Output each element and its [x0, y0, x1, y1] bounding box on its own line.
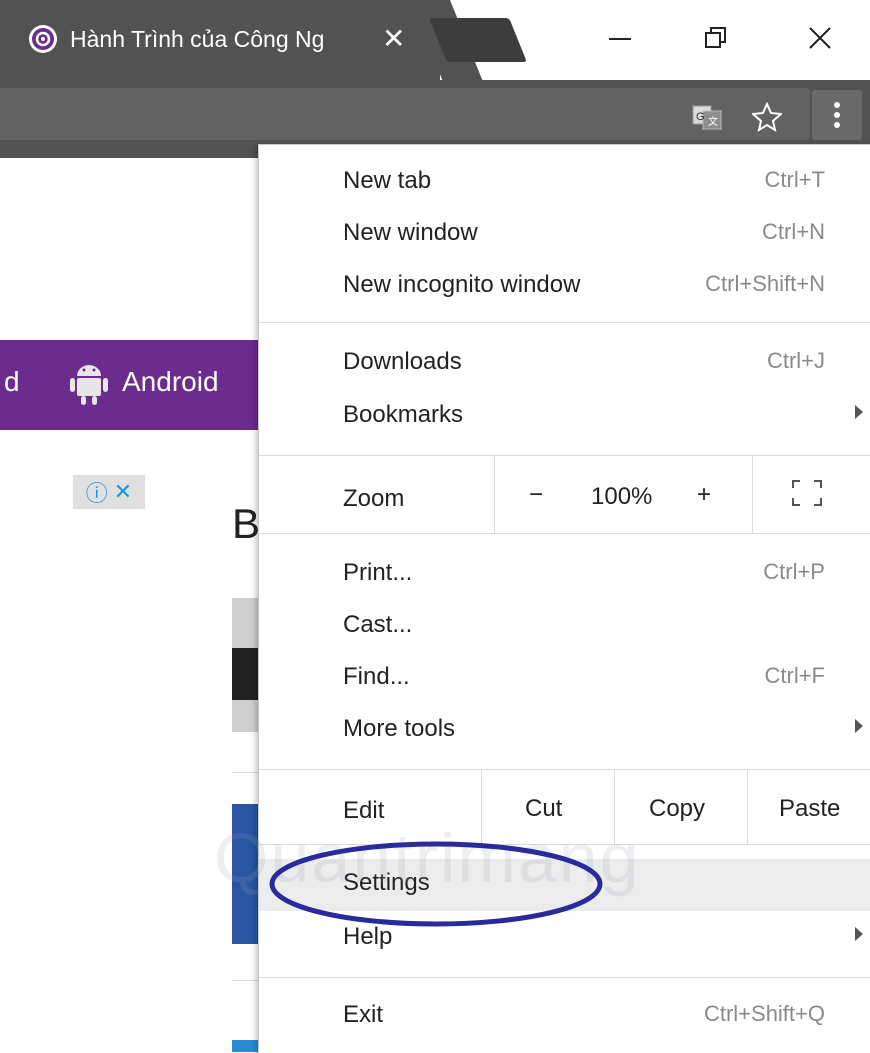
site-favicon-icon: [29, 25, 57, 53]
minimize-button[interactable]: [600, 18, 640, 58]
menu-separator: [259, 455, 870, 456]
menu-separator: [259, 844, 870, 845]
menu-item-exit[interactable]: Exit Ctrl+Shift+Q: [259, 991, 870, 1043]
nav-item-android[interactable]: Android: [122, 366, 219, 398]
close-icon: [809, 27, 831, 49]
menu-item-help[interactable]: Help: [259, 913, 870, 965]
menu-separator: [494, 456, 495, 533]
cut-button[interactable]: Cut: [525, 795, 562, 823]
submenu-arrow-icon: [855, 405, 863, 419]
menu-separator: [259, 977, 870, 978]
menu-item-new-tab[interactable]: New tab Ctrl+T: [259, 157, 870, 209]
menu-item-label: Print...: [343, 559, 413, 586]
menu-item-label: Cast...: [343, 611, 413, 638]
menu-item-label: Exit: [343, 1001, 384, 1028]
menu-item-downloads[interactable]: Downloads Ctrl+J: [259, 338, 870, 390]
menu-item-new-window[interactable]: New window Ctrl+N: [259, 209, 870, 261]
submenu-arrow-icon: [855, 927, 863, 941]
restore-button[interactable]: [696, 18, 736, 58]
menu-separator: [259, 322, 870, 323]
menu-item-find[interactable]: Find... Ctrl+F: [259, 653, 870, 705]
paste-button[interactable]: Paste: [779, 795, 840, 823]
menu-separator: [259, 769, 870, 770]
tab-close-icon[interactable]: ✕: [382, 22, 405, 55]
zoom-level: 100%: [591, 483, 653, 510]
menu-item-shortcut: Ctrl+Shift+N: [705, 271, 825, 296]
edit-label: Edit: [343, 797, 385, 824]
menu-item-cast[interactable]: Cast...: [259, 601, 870, 653]
article-thumbnail-shade: [232, 648, 260, 700]
divider: [232, 772, 260, 773]
menu-item-label: More tools: [343, 715, 456, 742]
menu-item-label: Help: [343, 923, 393, 950]
address-bar[interactable]: [0, 88, 810, 140]
menu-item-new-incognito-window[interactable]: New incognito window Ctrl+Shift+N: [259, 261, 870, 313]
menu-item-settings[interactable]: Settings: [259, 859, 870, 911]
zoom-in-button[interactable]: +: [697, 481, 711, 509]
article-thumbnail[interactable]: [232, 804, 260, 944]
nav-item-partial[interactable]: d: [4, 366, 20, 398]
menu-item-shortcut: Ctrl+J: [766, 348, 825, 373]
copy-button[interactable]: Copy: [649, 795, 705, 823]
menu-item-shortcut: Ctrl+Shift+Q: [703, 1001, 825, 1026]
submenu-arrow-icon: [855, 719, 863, 733]
menu-separator: [259, 533, 870, 534]
chrome-main-menu: New tab Ctrl+T New window Ctrl+N New inc…: [258, 144, 870, 1053]
menu-item-label: Settings: [343, 869, 430, 896]
menu-item-label: Bookmarks: [343, 401, 464, 428]
page-heading-partial: B: [232, 500, 261, 547]
tab-title: Hành Trình của Công Ng: [70, 26, 325, 52]
more-vert-icon[interactable]: [812, 90, 862, 140]
android-icon: [70, 365, 108, 405]
menu-item-label: Downloads: [343, 348, 462, 375]
new-tab-button[interactable]: [429, 18, 527, 62]
bookmark-star-icon[interactable]: [748, 98, 786, 136]
menu-item-shortcut: Ctrl+P: [763, 559, 825, 584]
menu-separator: [614, 770, 615, 844]
menu-item-shortcut: Ctrl+T: [764, 167, 826, 192]
window-close-button[interactable]: [800, 18, 840, 58]
divider: [232, 980, 260, 981]
menu-item-bookmarks[interactable]: Bookmarks: [259, 391, 870, 443]
menu-separator: [752, 456, 753, 533]
svg-text:G: G: [696, 111, 705, 123]
minimize-icon: [609, 38, 631, 40]
zoom-label: Zoom: [343, 485, 405, 512]
menu-item-more-tools[interactable]: More tools: [259, 705, 870, 757]
menu-item-label: New tab: [343, 167, 432, 194]
menu-separator: [747, 770, 748, 844]
info-icon: ⓘ: [85, 481, 108, 506]
fullscreen-icon[interactable]: [791, 479, 823, 507]
menu-item-label: New incognito window: [343, 271, 581, 298]
ad-close-icon[interactable]: ✕: [114, 479, 132, 505]
menu-item-label: New window: [343, 219, 478, 246]
zoom-out-button[interactable]: −: [529, 481, 543, 509]
menu-item-print[interactable]: Print... Ctrl+P: [259, 549, 870, 601]
tab-strip: Hành Trình của Công Ng ✕: [0, 0, 870, 80]
translate-icon[interactable]: G 文: [690, 100, 724, 134]
restore-icon: [705, 27, 726, 48]
menu-separator: [481, 770, 482, 844]
adchoices-badge[interactable]: ⓘ ✕: [73, 475, 145, 509]
menu-item-shortcut: Ctrl+F: [764, 663, 826, 688]
menu-item-shortcut: Ctrl+N: [762, 219, 825, 244]
svg-text:文: 文: [708, 115, 718, 128]
article-thumbnail[interactable]: [232, 1040, 260, 1052]
menu-item-label: Find...: [343, 663, 410, 690]
